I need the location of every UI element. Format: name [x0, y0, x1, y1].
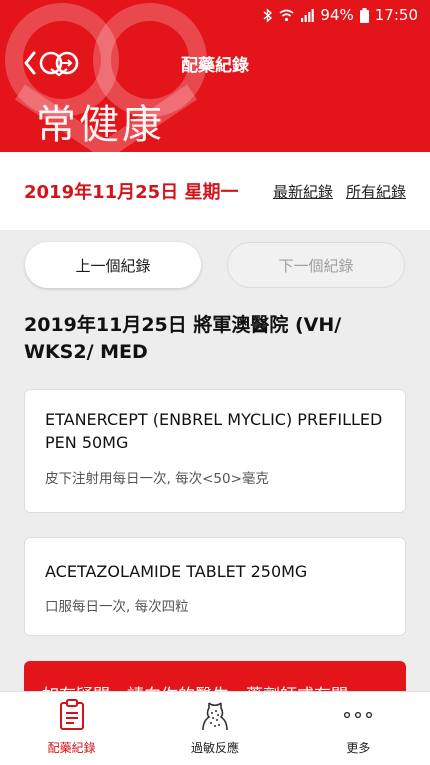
- record-pager: 上一個紀錄 下一個紀錄: [25, 242, 405, 288]
- battery-icon: [359, 7, 369, 23]
- all-records-link[interactable]: 所有紀錄: [346, 181, 406, 202]
- signal-icon: [301, 8, 315, 22]
- nav-more[interactable]: 更多: [287, 692, 430, 765]
- date-links: 最新紀錄 所有紀錄: [273, 181, 406, 202]
- status-bar: 94% 17:50: [0, 0, 430, 30]
- clock: 17:50: [374, 6, 418, 24]
- next-record-button[interactable]: 下一個紀錄: [227, 242, 405, 288]
- allergy-body-icon: [198, 698, 232, 732]
- nav-label: 過敏反應: [190, 741, 239, 755]
- medication-name: ACETAZOLAMIDE TABLET 250MG: [45, 562, 308, 581]
- date-bar: 2019年11月25日 星期一 最新紀錄 所有紀錄: [0, 152, 430, 230]
- medication-dosage: 皮下注射用每日一次, 每次<50>毫克: [45, 471, 269, 487]
- nav-label: 配藥紀錄: [47, 741, 96, 755]
- nav-label: 更多: [346, 741, 371, 755]
- app-brand-text: 常健康: [36, 102, 165, 148]
- wifi-icon: [279, 9, 294, 21]
- app-screen: 94% 17:50 配藥紀錄 常健康 2019年11月25日 星期一 最新紀錄 …: [0, 0, 430, 765]
- nav-dispensing-records[interactable]: 配藥紀錄: [0, 692, 143, 765]
- previous-record-button[interactable]: 上一個紀錄: [25, 242, 201, 288]
- battery-percent: 94%: [320, 6, 354, 24]
- medication-card: ETANERCEPT (ENBREL MYCLIC) PREFILLED PEN…: [24, 389, 406, 513]
- medication-card: ACETAZOLAMIDE TABLET 250MG 口服每日一次, 每次四粒: [24, 537, 406, 636]
- medication-dosage: 口服每日一次, 每次四粒: [45, 599, 189, 615]
- header: 94% 17:50 配藥紀錄 常健康: [0, 0, 430, 152]
- bottom-navigation: 配藥紀錄 過敏反應 更多: [0, 691, 430, 765]
- more-dots-icon: [341, 698, 375, 732]
- latest-record-link[interactable]: 最新紀錄: [273, 181, 333, 202]
- bluetooth-icon: [263, 7, 273, 23]
- screen-title: 配藥紀錄: [181, 56, 249, 76]
- clipboard-icon: [55, 698, 89, 732]
- medication-name: ETANERCEPT (ENBREL MYCLIC) PREFILLED PEN…: [45, 410, 383, 452]
- selected-date: 2019年11月25日 星期一: [24, 182, 239, 203]
- nav-allergy-reactions[interactable]: 過敏反應: [143, 692, 286, 765]
- record-heading: 2019年11月25日 將軍澳醫院 (VH/ WKS2/ MED: [24, 314, 342, 363]
